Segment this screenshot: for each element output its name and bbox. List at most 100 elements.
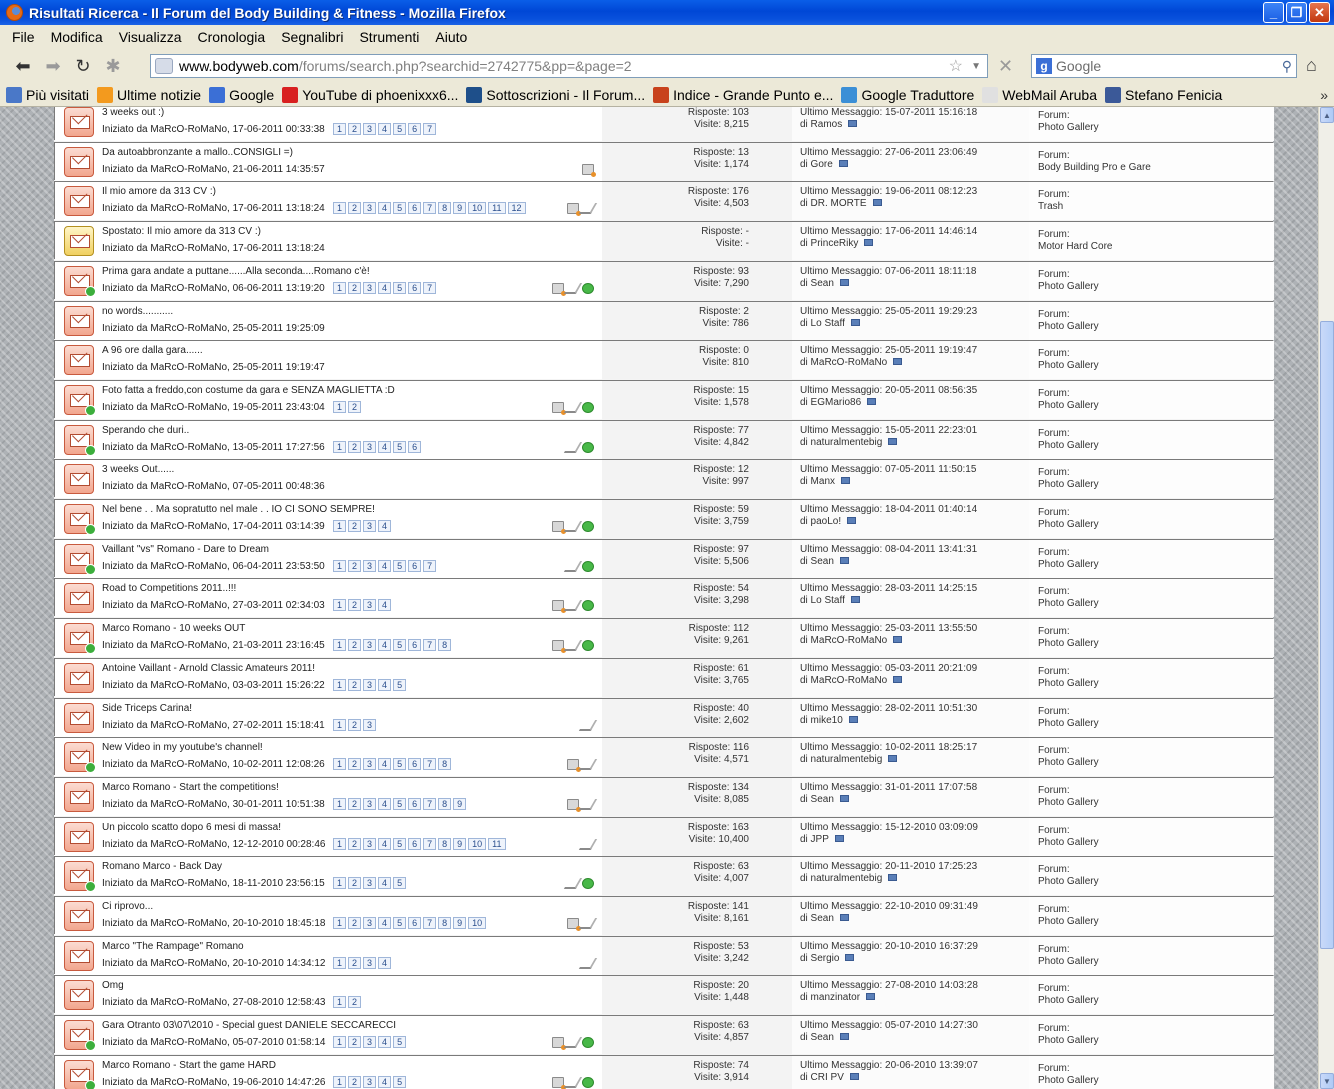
- page-link[interactable]: 2: [348, 520, 362, 532]
- page-link[interactable]: 2: [348, 996, 362, 1009]
- page-link[interactable]: 7: [423, 202, 437, 215]
- forum-name-link[interactable]: Photo Gallery: [1038, 956, 1099, 967]
- page-link[interactable]: 2: [348, 956, 362, 969]
- thread-title-link[interactable]: Omg: [102, 980, 124, 991]
- page-link[interactable]: 4: [378, 599, 392, 612]
- forum-name-link[interactable]: Photo Gallery: [1038, 837, 1099, 848]
- last-post-author[interactable]: di Ramos: [800, 119, 842, 130]
- last-post-author[interactable]: di JPP: [800, 834, 829, 845]
- page-link[interactable]: 2: [348, 440, 362, 453]
- go-to-last-post-icon[interactable]: [848, 120, 858, 127]
- page-link[interactable]: 4: [378, 956, 392, 969]
- thread-title-link[interactable]: Romano Marco - Back Day: [102, 861, 222, 872]
- last-post-author[interactable]: di Manx: [800, 476, 835, 487]
- page-link[interactable]: 6: [408, 639, 422, 652]
- page-link[interactable]: 7: [423, 639, 437, 652]
- last-post-author[interactable]: di mike10: [800, 715, 843, 726]
- thread-title-link[interactable]: A 96 ore dalla gara......: [102, 345, 203, 356]
- thread-title-link[interactable]: Il mio amore da 313 CV :): [102, 186, 216, 197]
- page-link[interactable]: 5: [393, 678, 407, 691]
- page-link[interactable]: 1: [333, 559, 347, 572]
- go-to-last-post-icon[interactable]: [850, 318, 860, 326]
- go-to-last-post-icon[interactable]: [839, 556, 849, 564]
- forum-name-link[interactable]: Photo Gallery: [1038, 598, 1099, 609]
- forum-name-link[interactable]: Photo Gallery: [1038, 876, 1099, 887]
- bookmark-item[interactable]: Google: [209, 86, 274, 103]
- page-link[interactable]: 1: [333, 758, 347, 771]
- page-link[interactable]: 6: [408, 837, 422, 850]
- go-to-last-post-icon[interactable]: [839, 1033, 849, 1041]
- last-post-author[interactable]: di Sean: [800, 278, 834, 289]
- last-post-author[interactable]: di Lo Staff: [800, 318, 845, 329]
- scroll-down-icon[interactable]: ▼: [1320, 1073, 1334, 1089]
- last-post-author[interactable]: di PrinceRiky: [800, 238, 858, 249]
- go-to-last-post-icon[interactable]: [888, 437, 898, 445]
- page-link[interactable]: 6: [408, 559, 422, 572]
- thread-title-link[interactable]: Prima gara andate a puttane......Alla se…: [102, 266, 370, 277]
- page-link[interactable]: 11: [488, 837, 506, 850]
- thread-title-link[interactable]: Da autoabbronzante a mallo..CONSIGLI =): [102, 147, 293, 158]
- page-link[interactable]: 1: [333, 281, 347, 294]
- page-link[interactable]: 7: [423, 917, 437, 929]
- page-link[interactable]: 5: [393, 1075, 407, 1088]
- page-link[interactable]: 8: [438, 202, 452, 215]
- go-to-last-post-icon[interactable]: [839, 794, 849, 802]
- page-link[interactable]: 2: [348, 917, 362, 929]
- forum-name-link[interactable]: Photo Gallery: [1038, 400, 1099, 411]
- forum-name-link[interactable]: Photo Gallery: [1038, 1075, 1099, 1086]
- menu-visualizza[interactable]: Visualizza: [111, 29, 190, 45]
- thread-title-link[interactable]: Nel bene . . Ma sopratutto nel male . . …: [102, 504, 375, 515]
- page-link[interactable]: 4: [378, 877, 392, 890]
- page-link[interactable]: 2: [348, 281, 362, 294]
- thread-title-link[interactable]: Spostato: Il mio amore da 313 CV :): [102, 226, 261, 237]
- forum-name-link[interactable]: Photo Gallery: [1038, 360, 1099, 371]
- bookmarks-overflow-icon[interactable]: »: [1320, 87, 1328, 103]
- page-link[interactable]: 4: [378, 123, 392, 135]
- scroll-up-icon[interactable]: ▲: [1320, 107, 1334, 123]
- page-link[interactable]: 12: [507, 202, 526, 215]
- go-to-last-post-icon[interactable]: [834, 834, 844, 842]
- forum-name-link[interactable]: Photo Gallery: [1038, 440, 1099, 451]
- thread-title-link[interactable]: 3 weeks Out......: [102, 464, 174, 475]
- menu-aiuto[interactable]: Aiuto: [427, 29, 475, 45]
- forum-name-link[interactable]: Photo Gallery: [1038, 122, 1099, 133]
- page-link[interactable]: 2: [348, 678, 362, 691]
- page-link[interactable]: 9: [453, 202, 467, 215]
- page-link[interactable]: 3: [363, 797, 377, 810]
- home-icon[interactable]: ⌂: [1306, 55, 1317, 76]
- thread-title-link[interactable]: Gara Otranto 03\07\2010 - Special guest …: [102, 1020, 396, 1031]
- forum-name-link[interactable]: Photo Gallery: [1038, 797, 1099, 808]
- forum-name-link[interactable]: Photo Gallery: [1038, 995, 1099, 1006]
- thread-title-link[interactable]: Side Triceps Carina!: [102, 703, 192, 714]
- page-link[interactable]: 3: [363, 956, 377, 969]
- last-post-author[interactable]: di manzinator: [800, 992, 860, 1003]
- page-link[interactable]: 4: [378, 202, 392, 215]
- page-link[interactable]: 7: [423, 758, 437, 771]
- thread-title-link[interactable]: Sperando che duri..: [102, 425, 189, 436]
- page-link[interactable]: 1: [333, 599, 347, 612]
- reload-icon[interactable]: ↻: [68, 51, 98, 81]
- page-link[interactable]: 8: [438, 917, 452, 929]
- page-link[interactable]: 6: [408, 917, 422, 929]
- page-link[interactable]: 6: [408, 758, 422, 771]
- last-post-author[interactable]: di Sean: [800, 1032, 834, 1043]
- page-link[interactable]: 2: [348, 639, 362, 652]
- go-to-last-post-icon[interactable]: [838, 159, 848, 167]
- page-link[interactable]: 5: [393, 639, 407, 652]
- page-link[interactable]: 1: [333, 440, 347, 453]
- last-post-author[interactable]: di MaRcO-RoMaNo: [800, 675, 887, 686]
- page-link[interactable]: 3: [363, 917, 377, 929]
- page-link[interactable]: 6: [408, 202, 422, 215]
- page-link[interactable]: 1: [333, 877, 347, 890]
- page-link[interactable]: 6: [408, 281, 422, 294]
- bookmark-item[interactable]: Ultime notizie: [97, 86, 201, 103]
- page-link[interactable]: 9: [453, 837, 467, 850]
- bookmark-item[interactable]: Indice - Grande Punto e...: [653, 86, 833, 103]
- page-link[interactable]: 1: [333, 1075, 347, 1088]
- page-link[interactable]: 4: [378, 559, 392, 572]
- go-to-last-post-icon[interactable]: [893, 675, 903, 683]
- url-bar[interactable]: www.bodyweb.com/forums/search.php?search…: [150, 54, 988, 78]
- page-link[interactable]: 5: [393, 202, 407, 215]
- page-link[interactable]: 2: [348, 837, 362, 850]
- thread-title-link[interactable]: Vaillant "vs" Romano - Dare to Dream: [102, 544, 269, 555]
